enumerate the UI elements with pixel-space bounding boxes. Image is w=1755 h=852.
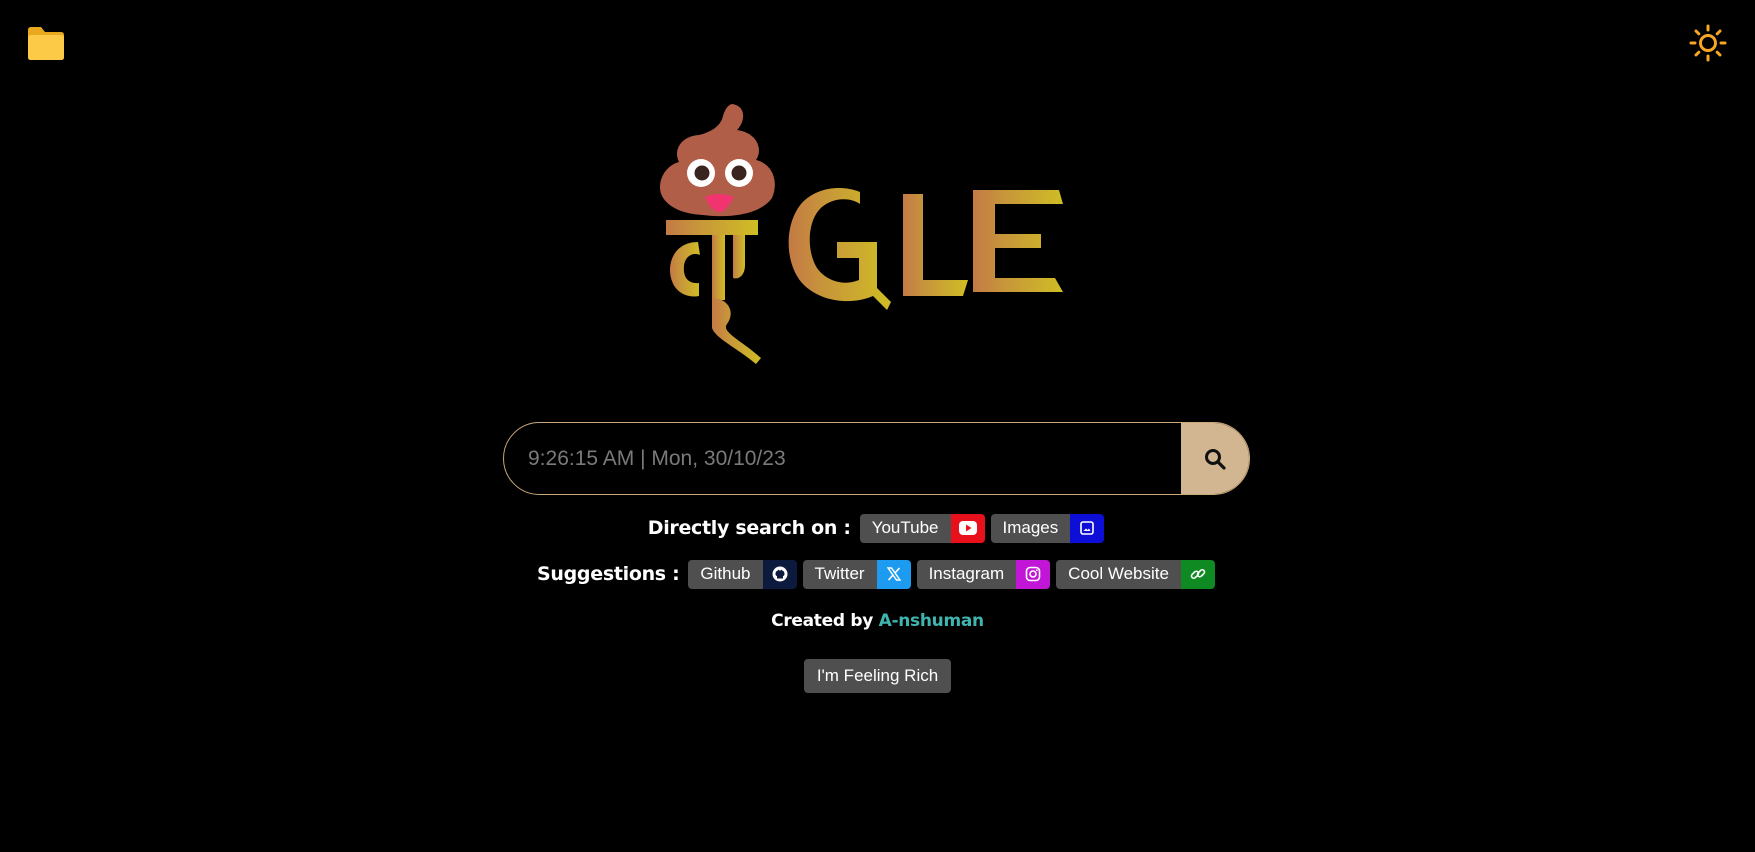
search-input[interactable]: [504, 423, 1181, 494]
twitter-chip[interactable]: Twitter: [802, 559, 911, 589]
direct-search-label: Directly search on :: [647, 517, 851, 539]
twitter-chip-label: Twitter: [802, 559, 877, 589]
folder-icon[interactable]: [26, 24, 66, 62]
instagram-icon: [1016, 559, 1051, 589]
feeling-rich-button[interactable]: I'm Feeling Rich: [804, 659, 951, 693]
youtube-chip[interactable]: YouTube: [859, 513, 985, 543]
poop-emoji-icon: [659, 104, 775, 217]
search-icon: [1205, 448, 1226, 470]
github-icon: [762, 559, 797, 589]
cool-website-chip[interactable]: Cool Website: [1056, 559, 1215, 589]
credit-line: Created by A-nshuman: [0, 611, 1755, 631]
search-button[interactable]: [1181, 423, 1249, 494]
youtube-icon: [950, 513, 985, 543]
suggestions-label: Suggestions :: [537, 563, 680, 585]
author-link[interactable]: A-nshuman: [879, 611, 985, 631]
credit-prefix: Created by: [771, 611, 873, 631]
suggestions-row: Suggestions : Github Twitter Instagram C…: [0, 559, 1755, 589]
sun-icon[interactable]: [1689, 24, 1727, 62]
page: Directly search on : YouTube Images Sugg…: [0, 0, 1755, 852]
instagram-chip-label: Instagram: [916, 559, 1017, 589]
logo: [655, 100, 1105, 375]
github-chip-label: Github: [688, 559, 763, 589]
search-bar: [503, 422, 1250, 495]
instagram-chip[interactable]: Instagram: [916, 559, 1051, 589]
cool-website-chip-label: Cool Website: [1056, 559, 1181, 589]
x-icon: [876, 559, 911, 589]
images-chip-label: Images: [990, 513, 1071, 543]
link-icon: [1180, 559, 1215, 589]
github-chip[interactable]: Github: [688, 559, 797, 589]
youtube-chip-label: YouTube: [859, 513, 951, 543]
images-chip[interactable]: Images: [990, 513, 1105, 543]
direct-search-row: Directly search on : YouTube Images: [0, 513, 1755, 543]
image-icon: [1070, 513, 1105, 543]
